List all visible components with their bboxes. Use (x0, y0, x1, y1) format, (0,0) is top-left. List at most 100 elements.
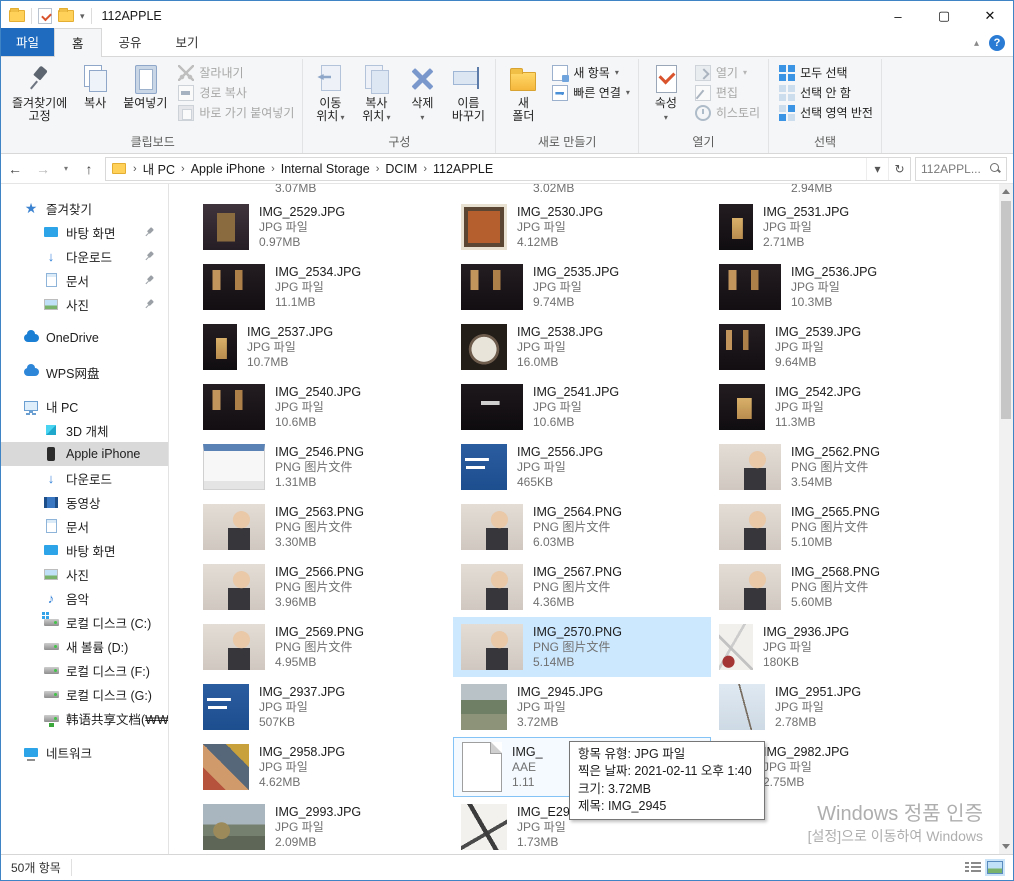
ribbon-large-button[interactable]: 이동위치 ▾ (307, 60, 353, 126)
ribbon-large-button[interactable]: 즐겨찾기에고정 (7, 60, 72, 125)
sidebar-item-네트워크[interactable]: 네트워크 (1, 740, 168, 764)
breadcrumb-dcim[interactable]: DCIM (381, 162, 421, 176)
breadcrumb-112apple[interactable]: 112APPLE (429, 162, 497, 176)
close-button[interactable]: ✕ (967, 1, 1013, 31)
sidebar-item-문서[interactable]: 문서 (1, 268, 168, 292)
file-item[interactable]: IMG_2568.PNG PNG 图片文件 5.60MB (711, 557, 969, 617)
sidebar-item-apple-iphone[interactable]: Apple iPhone (1, 442, 168, 466)
ribbon-small-button[interactable]: 경로 복사 (178, 84, 294, 101)
tab-view[interactable]: 보기 (159, 28, 216, 56)
thumbnails-view-icon[interactable] (987, 861, 1003, 874)
sidebar-item-로컬-디스크-g-[interactable]: 로컬 디스크 (G:) (1, 682, 168, 706)
sidebar-item-onedrive[interactable]: OneDrive (1, 326, 168, 350)
ribbon-small-button[interactable]: 빠른 연결 ▾ (552, 84, 630, 101)
file-item[interactable]: IMG_2535.JPG JPG 파일 9.74MB (453, 257, 711, 317)
minimize-button[interactable]: – (875, 1, 921, 31)
file-item[interactable]: IMG_2542.JPG JPG 파일 11.3MB (711, 377, 969, 437)
file-item[interactable]: IMG_2945.JPG JPG 파일 3.72MB (453, 677, 711, 737)
file-item[interactable]: IMG_2531.JPG JPG 파일 2.71MB (711, 197, 969, 257)
help-icon[interactable]: ? (989, 35, 1005, 51)
sidebar-item-사진[interactable]: 사진 (1, 292, 168, 316)
sidebar-item-3d-개체[interactable]: 3D 개체 (1, 418, 168, 442)
file-item[interactable]: IMG_2537.JPG JPG 파일 10.7MB (195, 317, 453, 377)
file-item[interactable]: IMG_2569.PNG PNG 图片文件 4.95MB (195, 617, 453, 677)
customize-qat-icon[interactable]: ▾ (80, 11, 85, 22)
sidebar-item--19[interactable]: 韩语共享文档(₩₩19 (1, 706, 168, 730)
scroll-down-icon[interactable] (1002, 844, 1010, 849)
file-item[interactable]: IMG_2536.JPG JPG 파일 10.3MB (711, 257, 969, 317)
sidebar-item-바탕-화면[interactable]: 바탕 화면 (1, 538, 168, 562)
recent-locations-icon[interactable]: ▾ (59, 164, 73, 173)
ribbon-small-button[interactable]: 열기 ▾ (695, 64, 760, 81)
ribbon-large-button[interactable]: 속성▾ (643, 60, 689, 126)
ribbon-large-button[interactable]: 복사 (72, 60, 118, 112)
ribbon-small-button[interactable]: 선택 영역 반전 (779, 104, 873, 121)
sidebar-item-사진[interactable]: 사진 (1, 562, 168, 586)
file-item[interactable]: IMG_2546.PNG PNG 图片文件 1.31MB (195, 437, 453, 497)
ribbon-small-button[interactable]: 편집 (695, 84, 760, 101)
ribbon-small-button[interactable]: 히스토리 (695, 104, 760, 121)
breadcrumb-internal-storage[interactable]: Internal Storage (277, 162, 374, 176)
properties-qat-icon[interactable] (38, 8, 52, 24)
file-item[interactable]: IMG_2937.JPG JPG 파일 507KB (195, 677, 453, 737)
breadcrumb-apple-iphone[interactable]: Apple iPhone (187, 162, 269, 176)
ribbon-large-button[interactable]: 복사위치 ▾ (353, 60, 399, 126)
sidebar-item-바탕-화면[interactable]: 바탕 화면 (1, 220, 168, 244)
file-item[interactable]: IMG_2567.PNG PNG 图片文件 4.36MB (453, 557, 711, 617)
breadcrumb[interactable]: › 내 PC › Apple iPhone › Internal Storage… (105, 157, 911, 181)
sidebar-item-동영상[interactable]: 동영상 (1, 490, 168, 514)
ribbon-small-button[interactable]: 모두 선택 (779, 64, 873, 81)
details-view-icon[interactable] (965, 861, 981, 874)
sidebar-item-로컬-디스크-c-[interactable]: 로컬 디스크 (C:) (1, 610, 168, 634)
refresh-icon[interactable]: ↻ (888, 158, 910, 180)
collapse-ribbon-icon[interactable]: ▴ (974, 38, 979, 49)
file-item[interactable]: IMG_2562.PNG PNG 图片文件 3.54MB (711, 437, 969, 497)
back-icon[interactable]: ← (3, 161, 27, 177)
file-item[interactable]: IMG_2566.PNG PNG 图片文件 3.96MB (195, 557, 453, 617)
up-icon[interactable]: ↑ (77, 161, 101, 177)
maximize-button[interactable]: ▢ (921, 1, 967, 31)
file-item[interactable]: IMG_2563.PNG PNG 图片文件 3.30MB (195, 497, 453, 557)
file-item[interactable]: IMG_2538.JPG JPG 파일 16.0MB (453, 317, 711, 377)
sidebar-item-즐겨찾기[interactable]: ★ 즐겨찾기 (1, 196, 168, 220)
file-item[interactable]: IMG_2936.JPG JPG 파일 180KB (711, 617, 969, 677)
file-item[interactable]: IMG_2958.JPG JPG 파일 4.62MB (195, 737, 453, 797)
ribbon-small-button[interactable]: 잘라내기 (178, 64, 294, 81)
file-item[interactable]: IMG_2541.JPG JPG 파일 10.6MB (453, 377, 711, 437)
tab-home[interactable]: 홈 (54, 28, 102, 57)
file-item[interactable]: IMG_2951.JPG JPG 파일 2.78MB (711, 677, 969, 737)
file-item[interactable]: IMG_2993.JPG JPG 파일 2.09MB (195, 797, 453, 854)
sidebar-item-새-볼륨-d-[interactable]: 새 볼륨 (D:) (1, 634, 168, 658)
sidebar-item-문서[interactable]: 문서 (1, 514, 168, 538)
scroll-up-icon[interactable] (1002, 189, 1010, 194)
file-item[interactable]: IMG_2565.PNG PNG 图片文件 5.10MB (711, 497, 969, 557)
sidebar-item-로컬-디스크-f-[interactable]: 로컬 디스크 (F:) (1, 658, 168, 682)
address-dropdown-icon[interactable]: ▾ (866, 158, 888, 180)
sidebar-item-내-pc[interactable]: 내 PC (1, 394, 168, 418)
sidebar-item-다운로드[interactable]: ↓ 다운로드 (1, 466, 168, 490)
file-item[interactable]: IMG_2556.JPG JPG 파일 465KB (453, 437, 711, 497)
ribbon-small-button[interactable]: 바로 가기 붙여넣기 (178, 104, 294, 121)
vertical-scrollbar[interactable] (999, 184, 1013, 854)
tab-file[interactable]: 파일 (1, 28, 54, 56)
breadcrumb-my-pc[interactable]: 내 PC (139, 159, 179, 178)
forward-icon[interactable]: → (31, 161, 55, 177)
file-item[interactable]: IMG_2564.PNG PNG 图片文件 6.03MB (453, 497, 711, 557)
file-item[interactable]: IMG_2540.JPG JPG 파일 10.6MB (195, 377, 453, 437)
ribbon-large-button[interactable]: 이름바꾸기 (445, 60, 491, 125)
ribbon-large-button[interactable]: 새폴더 (500, 60, 546, 125)
file-item[interactable]: IMG_2530.JPG JPG 파일 4.12MB (453, 197, 711, 257)
sidebar-item-wps-[interactable]: WPS网盘 (1, 360, 168, 384)
tab-share[interactable]: 공유 (102, 28, 159, 56)
ribbon-small-button[interactable]: 선택 안 함 (779, 84, 873, 101)
ribbon-large-button[interactable]: 붙여넣기 (118, 60, 172, 112)
scrollbar-thumb[interactable] (1001, 201, 1011, 419)
search-input[interactable]: 112APPL... (915, 157, 1007, 181)
file-item[interactable]: IMG_2529.JPG JPG 파일 0.97MB (195, 197, 453, 257)
file-item[interactable]: IMG_2570.PNG PNG 图片文件 5.14MB (453, 617, 711, 677)
file-item[interactable]: IMG_2539.JPG JPG 파일 9.64MB (711, 317, 969, 377)
ribbon-small-button[interactable]: 새 항목 ▾ (552, 64, 630, 81)
ribbon-large-button[interactable]: 삭제▾ (399, 60, 445, 126)
sidebar-item-다운로드[interactable]: ↓ 다운로드 (1, 244, 168, 268)
new-folder-qat-icon[interactable] (58, 10, 74, 22)
